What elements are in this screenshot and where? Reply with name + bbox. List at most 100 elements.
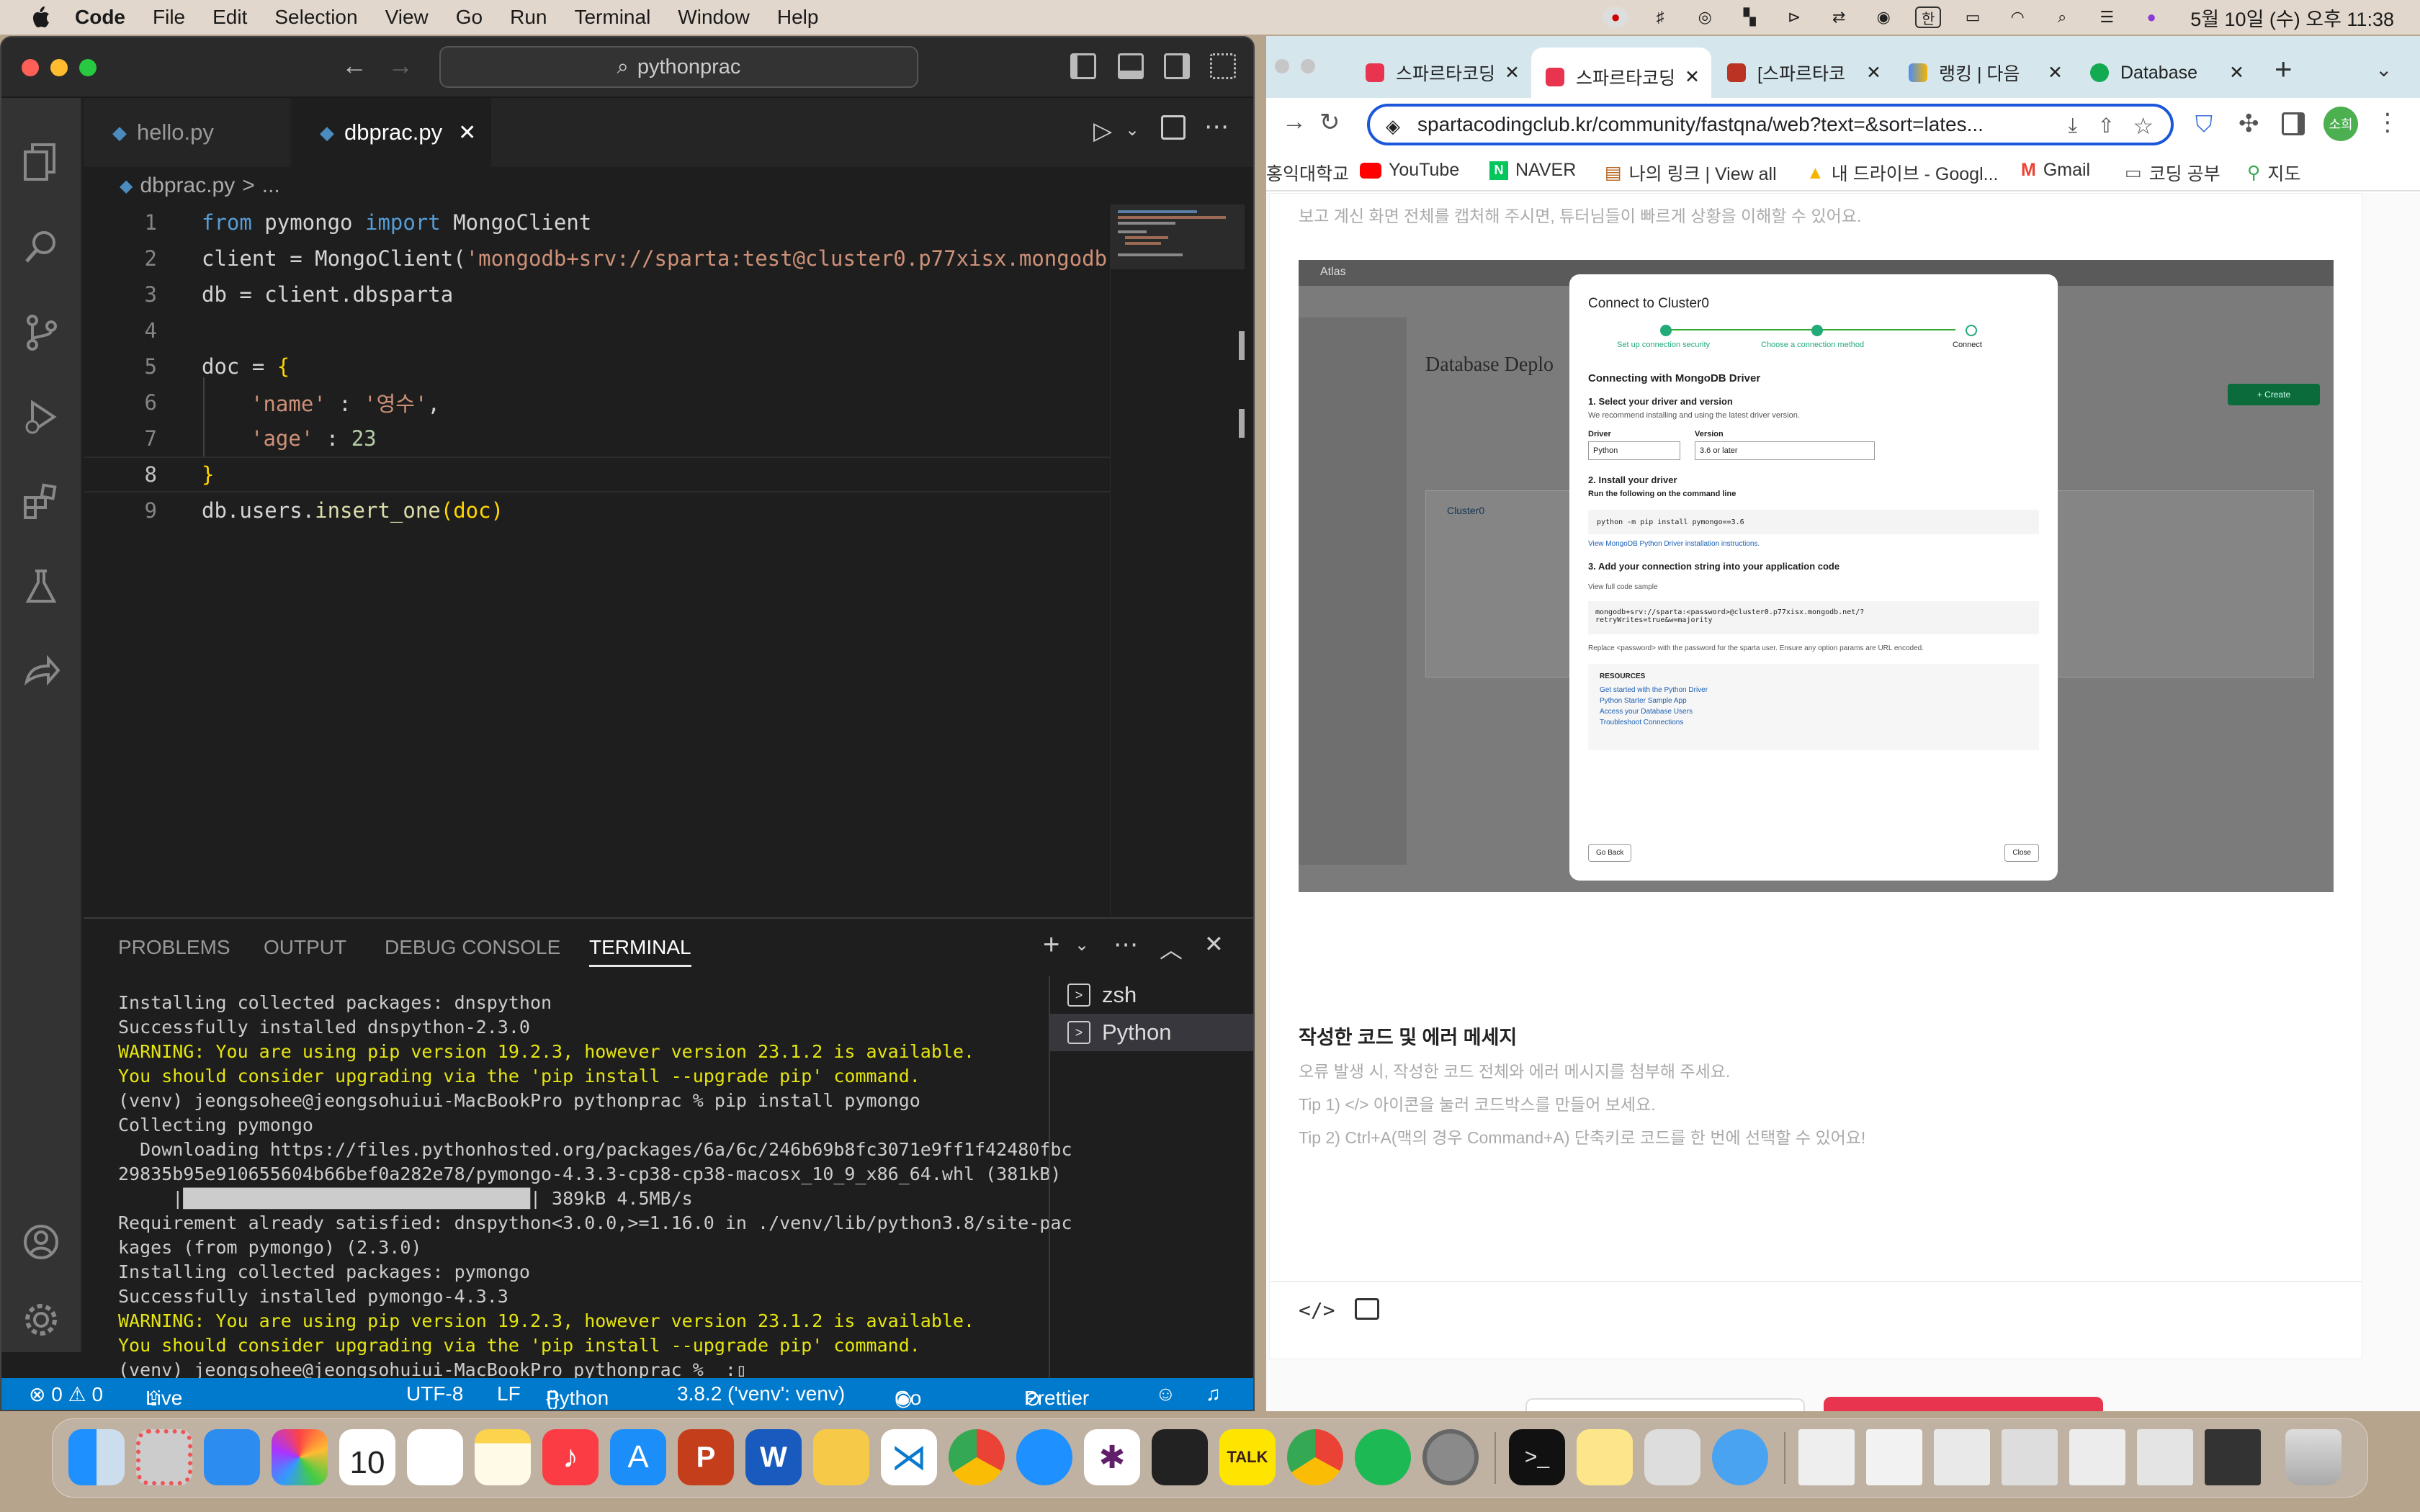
close-tab-icon[interactable]: ✕	[1866, 62, 1881, 84]
source-control-icon[interactable]	[20, 311, 62, 353]
menu-edit[interactable]: Edit	[212, 6, 247, 29]
app-store-icon[interactable]: A	[610, 1429, 666, 1485]
submit-button[interactable]	[1824, 1397, 2103, 1411]
status-encoding[interactable]: UTF-8	[406, 1382, 463, 1405]
bookmark-item[interactable]: ▤ 나의 링크 | View all	[1605, 160, 1777, 186]
code-block-icon[interactable]: </>	[1299, 1298, 1335, 1322]
run-dropdown-icon[interactable]: ⌄	[1125, 120, 1139, 140]
status-problems[interactable]: ⊗ 0 ⚠ 0	[29, 1382, 103, 1406]
minimize-window-button[interactable]	[50, 59, 68, 76]
finder-icon[interactable]	[68, 1429, 125, 1485]
address-bar[interactable]: ◈ spartacodingclub.kr/community/fastqna/…	[1367, 104, 2174, 145]
panel-tab-debug-console[interactable]: DEBUG CONSOLE	[385, 936, 560, 959]
bookmark-item[interactable]: YouTube	[1360, 160, 1459, 181]
close-tab-icon[interactable]: ✕	[1505, 62, 1520, 84]
forward-arrow-icon[interactable]: →	[387, 50, 413, 81]
photos-icon[interactable]	[272, 1429, 328, 1485]
customize-layout-icon[interactable]	[1210, 53, 1236, 79]
menubar-clock[interactable]: 5월 10일 (수) 오후 11:38	[2190, 4, 2394, 32]
chrome-icon[interactable]	[949, 1429, 1005, 1485]
media-play-icon[interactable]: ⊳	[1781, 6, 1807, 28]
terminal-output[interactable]: Installing collected packages: dnspython…	[118, 991, 1072, 1382]
chrome-tab[interactable]: Database ✕	[2076, 48, 2256, 98]
menu-file[interactable]: File	[153, 6, 185, 29]
install-app-icon[interactable]: ⤓	[2069, 114, 2077, 138]
panel-more-icon[interactable]: ⋯	[1113, 930, 1138, 959]
calendar-icon[interactable]: 10	[339, 1429, 395, 1485]
breadcrumb-symbols[interactable]: ...	[262, 174, 280, 198]
chrome-tab[interactable]: 스파르타코딩 ✕	[1351, 48, 1531, 98]
spotlight-search-icon[interactable]: ⌕	[2049, 6, 2075, 28]
bookmark-item[interactable]: ▭ 코딩 공부	[2125, 160, 2220, 186]
extensions-puzzle-icon[interactable]: ✣	[2238, 109, 2259, 138]
vscode-icon[interactable]: ⋊	[881, 1429, 937, 1485]
bookmark-star-icon[interactable]: ☆	[2133, 112, 2154, 140]
menu-view[interactable]: View	[385, 6, 429, 29]
command-center-search[interactable]: ⌕ pythonprac	[439, 46, 918, 88]
word-icon[interactable]: W	[745, 1429, 802, 1485]
minimize-window-button[interactable]	[1301, 59, 1315, 73]
figma-icon[interactable]	[1152, 1429, 1208, 1485]
side-panel-icon[interactable]	[2282, 112, 2305, 135]
bookmark-item[interactable]: N NAVER	[1489, 160, 1576, 181]
attached-screenshot[interactable]: Atlas Database Deplo + Create Cluster0 C…	[1299, 260, 2334, 892]
close-tab-icon[interactable]: ✕	[2048, 62, 2063, 84]
chrome-tab[interactable]: [스파르타코 ✕	[1713, 48, 1893, 98]
recent-window-thumbnail[interactable]	[2069, 1429, 2125, 1485]
battery-icon[interactable]: ▭	[1960, 6, 1986, 28]
split-editor-icon[interactable]	[1161, 115, 1186, 140]
siri-icon[interactable]: ●	[2138, 6, 2164, 28]
close-panel-icon[interactable]: ✕	[1204, 930, 1224, 958]
profile-avatar[interactable]: 소희	[2323, 107, 2358, 141]
tab-dbprac-py[interactable]: ◆ dbprac.py ✕	[291, 98, 491, 167]
translate-icon[interactable]: ⇄	[1826, 6, 1852, 28]
site-info-icon[interactable]: ◈	[1386, 115, 1400, 138]
search-icon[interactable]	[20, 226, 62, 268]
safari-icon[interactable]	[1712, 1429, 1768, 1485]
toggle-secondary-sidebar-icon[interactable]	[1164, 53, 1190, 79]
music-icon[interactable]: ♪	[542, 1429, 599, 1485]
menu-selection[interactable]: Selection	[274, 6, 357, 29]
pencil-app-icon[interactable]	[813, 1429, 869, 1485]
minimap[interactable]	[1110, 204, 1247, 917]
menu-window[interactable]: Window	[678, 6, 750, 29]
mail-icon[interactable]	[204, 1429, 260, 1485]
toggle-sidebar-icon[interactable]	[1070, 53, 1096, 79]
wifi-icon[interactable]: ◠	[2004, 6, 2030, 28]
chrome-icon[interactable]	[1287, 1429, 1343, 1485]
powerpoint-icon[interactable]: P	[678, 1429, 734, 1485]
menu-help[interactable]: Help	[777, 6, 819, 29]
run-debug-icon[interactable]	[20, 396, 62, 438]
more-actions-icon[interactable]: ⋯	[1204, 112, 1229, 141]
menu-go[interactable]: Go	[456, 6, 483, 29]
input-method-icon[interactable]: ♯	[1647, 6, 1673, 28]
launchpad-icon[interactable]	[136, 1429, 192, 1485]
recent-window-thumbnail[interactable]	[1798, 1429, 1855, 1485]
chrome-tab[interactable]: 랭킹 | 다음 ✕	[1894, 48, 2074, 98]
stickies-icon[interactable]	[1577, 1429, 1633, 1485]
recent-window-thumbnail[interactable]	[1866, 1429, 1922, 1485]
sync-icon[interactable]: ◎	[1692, 6, 1718, 28]
kakaotalk-icon[interactable]: TALK	[1219, 1429, 1276, 1485]
cancel-button[interactable]	[1525, 1398, 1805, 1411]
maximize-panel-icon[interactable]: ︿	[1160, 932, 1183, 965]
tab-search-chevron-icon[interactable]: ⌄	[2375, 58, 2392, 81]
panel-tab-problems[interactable]: PROBLEMS	[118, 936, 230, 959]
bookmark-item[interactable]: ▲ 내 드라이브 - Googl...	[1806, 160, 1998, 186]
code-editor[interactable]: 1 from pymongo import MongoClient 2 clie…	[84, 204, 1144, 917]
new-tab-plus-icon[interactable]: +	[2275, 52, 2293, 86]
bookmark-item[interactable]: 홍익대학교	[1266, 160, 1349, 186]
feedback-icon[interactable]: ☺	[1155, 1382, 1176, 1405]
new-terminal-icon[interactable]: +	[1043, 929, 1059, 961]
system-settings-icon[interactable]	[1422, 1429, 1479, 1485]
recent-window-thumbnail[interactable]	[2205, 1429, 2261, 1485]
reload-icon[interactable]: ↻	[1319, 108, 1340, 137]
menu-terminal[interactable]: Terminal	[574, 6, 650, 29]
breadcrumb-file[interactable]: dbprac.py	[140, 174, 235, 198]
slack-icon[interactable]: ✱	[1084, 1429, 1140, 1485]
apple-icon[interactable]	[24, 1, 56, 33]
share-icon[interactable]: ⇧	[2098, 114, 2115, 138]
control-center-icon[interactable]: ☰	[2094, 6, 2120, 28]
run-python-file-icon[interactable]: ▷	[1093, 117, 1112, 145]
close-window-button[interactable]	[1275, 59, 1289, 73]
